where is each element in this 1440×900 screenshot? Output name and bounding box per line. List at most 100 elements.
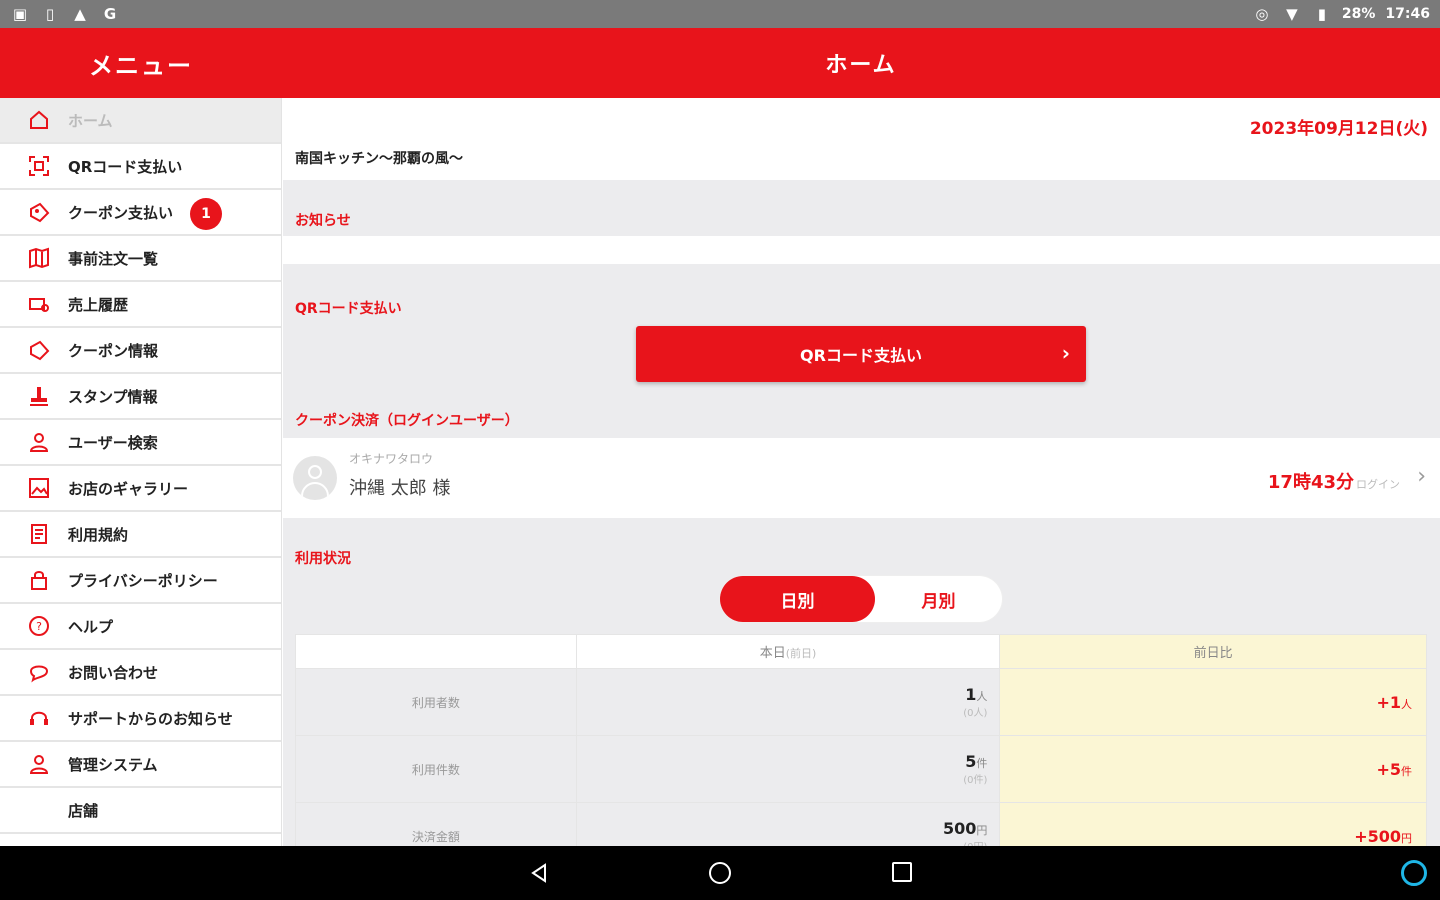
data-saver-icon: ◎: [1255, 5, 1269, 23]
main-content: 2023年09月12日(火) 南国キッチン〜那覇の風〜 お知らせ QRコード支払…: [283, 98, 1440, 846]
sidebar-item-user-search[interactable]: ユーザー検索: [0, 420, 281, 466]
sidebar-item-label: ホーム: [68, 111, 113, 130]
help-icon: ?: [26, 613, 52, 639]
coupon-icon: [26, 199, 52, 225]
diff-number: +1: [1376, 692, 1401, 712]
photo-notification-icon: ▣: [12, 5, 28, 23]
diff-number: +500: [1354, 826, 1401, 846]
sim-notification-icon: ▯: [45, 5, 55, 23]
sidebar-item-label: 店舗: [68, 801, 99, 820]
recent-apps-icon[interactable]: [892, 862, 912, 882]
sidebar-item-qr-payment[interactable]: QRコード支払い: [0, 144, 281, 190]
row-diff: +1人: [999, 668, 1427, 736]
sidebar-item-label: ヘルプ: [68, 617, 114, 636]
value-unit: 人: [976, 690, 988, 703]
table-header-today: 本日(前日): [575, 634, 1001, 669]
sidebar-item-preorders[interactable]: 事前注文一覧: [0, 236, 281, 282]
sidebar-item-label: 管理システム: [68, 755, 158, 774]
table-header-row: 本日(前日) 前日比: [295, 634, 1427, 669]
coupon-count-badge: 1: [190, 198, 222, 230]
logged-in-user-row[interactable]: オキナワタロウ 沖縄 太郎 様 17時43分 ログイン ›: [283, 438, 1440, 518]
chevron-right-icon: ›: [1061, 341, 1070, 365]
coupon-section-label: クーポン決済（ログインユーザー）: [295, 413, 519, 429]
value-unit: 件: [976, 757, 988, 770]
row-label: 利用者数: [295, 668, 577, 736]
notice-section: [283, 180, 1440, 236]
usage-label: 利用状況: [295, 551, 351, 567]
admin-user-icon: [26, 751, 52, 777]
app-bar: メニュー ホーム: [0, 28, 1440, 98]
login-suffix: ログイン: [1356, 478, 1400, 491]
sidebar-item-label: 事前注文一覧: [68, 249, 159, 268]
coupon-info-icon: [26, 337, 52, 363]
sidebar-item-privacy-policy[interactable]: プライバシーポリシー: [0, 558, 281, 604]
home-circle-icon[interactable]: [709, 862, 731, 884]
sidebar-item-label: プライバシーポリシー: [68, 571, 218, 590]
gallery-icon: [26, 475, 52, 501]
lock-icon: [26, 567, 52, 593]
wifi-icon: ▼: [1286, 5, 1298, 23]
sidebar-item-support-news[interactable]: サポートからのお知らせ: [0, 696, 281, 742]
shop-name: 南国キッチン〜那覇の風〜: [295, 151, 463, 167]
system-nav-bar: [0, 846, 1440, 900]
value-number: 500: [942, 819, 977, 838]
sidebar-item-help[interactable]: ? ヘルプ: [0, 604, 281, 650]
stamp-icon: [26, 383, 52, 409]
back-icon[interactable]: [528, 862, 550, 884]
tab-monthly[interactable]: 月別: [875, 576, 1002, 622]
sidebar-menu: ホーム QRコード支払い クーポン支払い 1 事前注文一覧 売上履歴 クーポン情…: [0, 98, 282, 846]
header-today-sub: (前日): [785, 647, 817, 660]
google-notification-icon: G: [103, 5, 117, 23]
sidebar-item-home[interactable]: ホーム: [0, 98, 281, 144]
value-prev: (0件): [963, 775, 988, 786]
table-row: 利用件数 5件 (0件) +5件: [295, 735, 1427, 803]
period-toggle: 日別 月別: [720, 576, 1002, 622]
sidebar-item-label: クーポン支払い: [68, 203, 174, 222]
sidebar-item-gallery[interactable]: お店のギャラリー: [0, 466, 281, 512]
sidebar-item-admin-system[interactable]: 管理システム: [0, 742, 281, 788]
battery-percent: 28%: [1341, 6, 1376, 22]
row-value: 500円(0円): [575, 802, 1001, 846]
tab-daily[interactable]: 日別: [720, 576, 875, 622]
sidebar-item-stamp-info[interactable]: スタンプ情報: [0, 374, 281, 420]
sidebar-item-coupon-info[interactable]: クーポン情報: [0, 328, 281, 374]
svg-text:?: ?: [36, 620, 42, 633]
assistant-icon[interactable]: [1401, 860, 1427, 886]
sidebar-item-label: クーポン情報: [68, 341, 159, 360]
user-name: 沖縄 太郎 様: [349, 478, 451, 499]
chevron-right-icon: ›: [1417, 464, 1426, 489]
qr-payment-button[interactable]: QRコード支払い ›: [636, 326, 1086, 382]
qr-scan-icon: [26, 153, 52, 179]
sidebar-item-label: お問い合わせ: [68, 663, 159, 682]
table-row: 決済金額 500円(0円) +500円: [295, 802, 1427, 846]
value-prev: (0円): [577, 838, 987, 846]
qr-section-label: QRコード支払い: [295, 301, 402, 317]
home-icon: [26, 107, 52, 133]
document-icon: [26, 521, 52, 547]
value-number: 1: [965, 685, 977, 704]
sidebar-item-coupon-payment[interactable]: クーポン支払い 1: [0, 190, 281, 236]
map-icon: [26, 245, 52, 271]
battery-icon: ▮: [1317, 5, 1327, 23]
row-diff: +500円: [999, 802, 1427, 846]
table-row: 利用者数 1人 (0人) +1人: [295, 668, 1427, 736]
row-label: 利用件数: [295, 735, 577, 803]
sidebar-item-sales-history[interactable]: 売上履歴: [0, 282, 281, 328]
clock: 17:46: [1385, 6, 1430, 22]
menu-title: メニュー: [89, 51, 193, 80]
sidebar-item-label: サポートからのお知らせ: [68, 709, 233, 728]
avatar-head: [308, 465, 322, 479]
sidebar-item-label: 売上履歴: [68, 295, 129, 314]
avatar: [293, 456, 337, 500]
table-header-empty: [295, 634, 577, 669]
diff-unit: 件: [1401, 764, 1412, 778]
sidebar-item-label: 利用規約: [68, 525, 129, 544]
sidebar-item-store[interactable]: 店舗: [0, 788, 281, 834]
header-today-label: 本日: [759, 646, 786, 661]
sidebar-item-terms[interactable]: 利用規約: [0, 512, 281, 558]
sidebar-item-contact[interactable]: お問い合わせ: [0, 650, 281, 696]
diff-unit: 人: [1401, 697, 1412, 711]
login-time-value: 17時43分: [1267, 472, 1354, 493]
diff-unit: 円: [1401, 831, 1412, 845]
login-time: 17時43分 ログイン: [1268, 468, 1400, 494]
